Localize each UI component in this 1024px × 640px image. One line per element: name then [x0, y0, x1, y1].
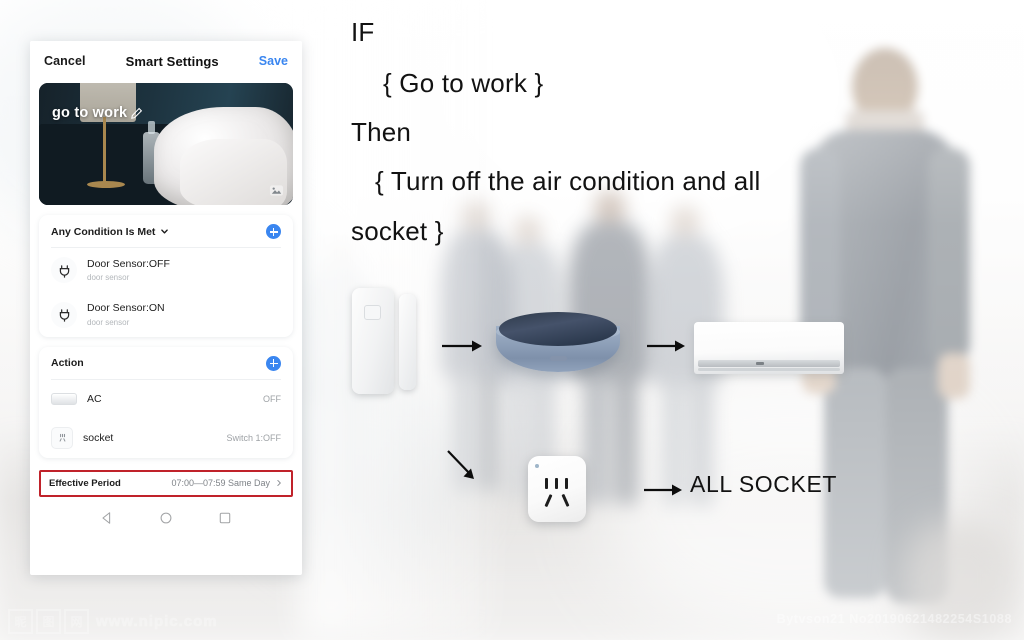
- screenshot-root: Cancel Smart Settings Save go to work An…: [0, 0, 1024, 640]
- socket-icon: [51, 426, 73, 449]
- annotation-all-socket: ALL SOCKET: [690, 471, 838, 497]
- watermark-char: 昵: [8, 609, 33, 634]
- ac-vent-lower: [698, 368, 840, 371]
- scene-cover-image[interactable]: go to work: [39, 83, 293, 205]
- cancel-button[interactable]: Cancel: [44, 54, 86, 68]
- scene-name[interactable]: go to work: [52, 105, 143, 121]
- image-icon[interactable]: [269, 183, 284, 198]
- add-action-button[interactable]: [266, 355, 281, 371]
- plug-hole: [544, 494, 553, 507]
- arrow-down-right-icon: [447, 450, 474, 479]
- android-system-nav: [30, 503, 302, 533]
- app-navigation-bar: Cancel Smart Settings Save: [30, 41, 302, 81]
- action-row-text: AC: [87, 392, 253, 406]
- page-title: Smart Settings: [125, 53, 219, 69]
- plug-hole: [565, 478, 568, 489]
- condition-row-text: Door Sensor:ON door sensor: [87, 301, 281, 327]
- condition-row[interactable]: Door Sensor:ON door sensor: [39, 292, 293, 336]
- air-conditioner-device: [694, 322, 844, 374]
- smart-plug-device: [528, 456, 586, 522]
- plug-icon: [51, 301, 77, 328]
- save-button[interactable]: Save: [259, 54, 288, 68]
- action-row[interactable]: socket Switch 1:OFF: [39, 418, 293, 458]
- condition-subtitle: door sensor: [87, 273, 130, 283]
- plug-indicator: [535, 464, 539, 468]
- lamp-base: [87, 180, 126, 188]
- chevron-down-icon[interactable]: [160, 227, 169, 236]
- hub-top-panel: [499, 312, 617, 346]
- home-circle-icon[interactable]: [159, 511, 173, 525]
- arrow-right-icon: [442, 340, 482, 352]
- action-title: socket: [83, 431, 114, 444]
- phone-screenshot-panel: Cancel Smart Settings Save go to work An…: [30, 41, 302, 575]
- action-header-label: Action: [51, 357, 84, 369]
- door-sensor-device: [352, 288, 422, 398]
- scene-name-text: go to work: [52, 105, 128, 121]
- watermark-logo: 昵 图 网: [8, 609, 89, 634]
- plug-hole: [561, 494, 570, 507]
- arrow-right-icon: [647, 340, 685, 352]
- lamp-pole: [102, 117, 106, 184]
- watermark-credit: Bytvson21 No20190621482254S1088: [776, 612, 1012, 626]
- watermark-left: 昵 图 网 www.nipic.com: [8, 609, 218, 634]
- condition-mode-selector[interactable]: Any Condition Is Met: [51, 226, 169, 238]
- action-row[interactable]: AC OFF: [39, 380, 293, 418]
- action-row-text: socket: [83, 431, 216, 445]
- annotation-action-1: { Turn off the air condition and all: [375, 166, 761, 196]
- watermark-url: www.nipic.com: [96, 613, 218, 631]
- action-card: Action AC OFF socket Switch 1:OFF: [39, 346, 293, 458]
- effective-period-row[interactable]: Effective Period 07:00—07:59 Same Day: [39, 469, 293, 497]
- condition-mode-label: Any Condition Is Met: [51, 225, 156, 238]
- plug-hole: [555, 478, 558, 489]
- condition-card: Any Condition Is Met Door Sensor:OFF doo…: [39, 215, 293, 337]
- watermark-char: 图: [36, 609, 61, 634]
- chevron-right-icon[interactable]: [275, 479, 283, 487]
- action-value: Switch 1:OFF: [226, 432, 281, 443]
- condition-row-text: Door Sensor:OFF door sensor: [87, 257, 281, 283]
- annotation-if: IF: [351, 17, 375, 47]
- action-label: Action: [51, 357, 84, 370]
- condition-row[interactable]: Door Sensor:OFF door sensor: [39, 248, 293, 292]
- add-condition-button[interactable]: [266, 224, 281, 239]
- hub-button: [550, 356, 567, 361]
- arrow-right-icon: [644, 484, 682, 496]
- action-value: OFF: [263, 393, 281, 404]
- condition-title: Door Sensor:OFF: [87, 258, 170, 270]
- annotation-then: Then: [351, 117, 412, 147]
- plug-hole: [545, 478, 548, 489]
- door-sensor-magnet: [399, 294, 416, 390]
- watermark-char: 网: [64, 609, 89, 634]
- infrared-hub-device: [496, 312, 620, 376]
- effective-period-value-group: 07:00—07:59 Same Day: [171, 478, 283, 488]
- back-triangle-icon[interactable]: [100, 511, 114, 525]
- effective-period-value: 07:00—07:59 Same Day: [171, 478, 270, 489]
- air-conditioner-icon: [51, 392, 77, 405]
- ac-vent: [698, 360, 840, 367]
- action-card-header: Action: [39, 347, 293, 379]
- condition-card-header: Any Condition Is Met: [39, 215, 293, 247]
- annotation-condition: { Go to work }: [383, 68, 544, 98]
- annotation-action-2: socket }: [351, 216, 444, 246]
- ac-indicator: [756, 362, 764, 365]
- pencil-icon[interactable]: [130, 107, 143, 120]
- action-title: AC: [87, 392, 102, 405]
- effective-period-label: Effective Period: [49, 477, 121, 489]
- plug-icon: [51, 257, 77, 284]
- door-sensor-main-body: [352, 288, 394, 394]
- condition-title: Door Sensor:ON: [87, 302, 165, 315]
- recents-square-icon[interactable]: [218, 511, 232, 525]
- condition-subtitle: door sensor: [87, 317, 130, 327]
